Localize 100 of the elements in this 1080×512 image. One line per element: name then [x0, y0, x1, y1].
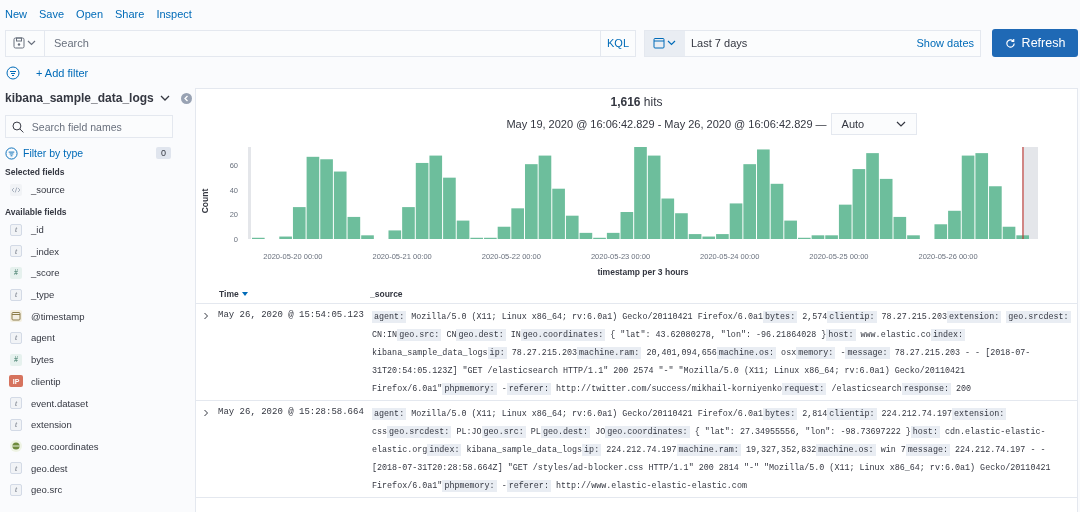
- histogram-bar[interactable]: [292, 207, 306, 239]
- collapse-icon[interactable]: [181, 92, 192, 104]
- histogram-bar[interactable]: [565, 215, 579, 239]
- histogram-bar[interactable]: [661, 198, 675, 239]
- search-field[interactable]: Search: [45, 36, 600, 50]
- histogram-bar[interactable]: [579, 232, 593, 239]
- field-list-item[interactable]: # bytes: [5, 348, 190, 371]
- histogram-bar[interactable]: [989, 186, 1002, 239]
- filter-icon[interactable]: [6, 66, 20, 80]
- histogram-bar[interactable]: [838, 204, 852, 239]
- field-list-item[interactable]: @timestamp: [5, 305, 190, 328]
- histogram-bar[interactable]: [811, 235, 825, 239]
- interval-select[interactable]: Auto: [830, 113, 917, 135]
- histogram-bar[interactable]: [729, 203, 743, 239]
- histogram-bar[interactable]: [893, 216, 907, 239]
- field-list-item[interactable]: t _index: [5, 240, 190, 263]
- histogram-bar[interactable]: [279, 236, 292, 239]
- histogram-bar[interactable]: [443, 177, 456, 239]
- filter-count-badge: 0: [156, 147, 171, 159]
- date-range-value[interactable]: Last 7 days: [685, 37, 917, 49]
- histogram-bar[interactable]: [743, 164, 756, 239]
- histogram-bar[interactable]: [415, 162, 429, 239]
- field-search-box[interactable]: Search field names: [5, 115, 173, 138]
- histogram-bar[interactable]: [525, 164, 538, 239]
- menu-link[interactable]: Open: [76, 8, 103, 28]
- saved-query-icon[interactable]: [13, 37, 37, 49]
- query-bar[interactable]: Search KQL: [5, 29, 636, 57]
- expand-icon[interactable]: [202, 312, 210, 320]
- histogram-bar[interactable]: [716, 234, 729, 239]
- histogram-bar[interactable]: [320, 159, 333, 239]
- histogram-bar[interactable]: [852, 169, 866, 239]
- histogram-bar[interactable]: [347, 216, 361, 239]
- filter-by-type-button[interactable]: Filter by type: [5, 146, 84, 160]
- field-list-item[interactable]: t event.dataset: [5, 392, 190, 414]
- histogram-bar[interactable]: [538, 155, 552, 239]
- histogram-bar[interactable]: [606, 232, 620, 239]
- field-list-item[interactable]: t geo.src: [5, 478, 190, 501]
- histogram-bar[interactable]: [879, 178, 893, 239]
- histogram-bar[interactable]: [511, 208, 524, 239]
- histogram-bar[interactable]: [866, 153, 879, 239]
- field-list-item[interactable]: t agent: [5, 327, 190, 349]
- show-dates-link[interactable]: Show dates: [916, 37, 980, 49]
- histogram-bar[interactable]: [907, 235, 920, 239]
- field-list-item[interactable]: t extension: [5, 413, 190, 436]
- histogram-bar[interactable]: [688, 234, 702, 239]
- globe-icon: [10, 440, 22, 453]
- histogram-bar[interactable]: [456, 220, 470, 239]
- field-list-item[interactable]: geo.coordinates: [5, 435, 190, 458]
- field-type-icon: t: [10, 331, 22, 344]
- calendar-icon[interactable]: [645, 30, 685, 56]
- y-axis-label: Count: [200, 188, 210, 214]
- column-header[interactable]: Time: [196, 289, 370, 299]
- histogram-bar[interactable]: [975, 153, 989, 239]
- histogram-bar[interactable]: [552, 188, 565, 239]
- field-type-icon: t: [10, 462, 22, 475]
- histogram-bar[interactable]: [702, 236, 716, 239]
- menu-link[interactable]: Share: [115, 8, 145, 28]
- expand-icon[interactable]: [202, 409, 210, 417]
- histogram-bar[interactable]: [620, 212, 634, 239]
- code-icon: [10, 183, 22, 196]
- histogram-bar[interactable]: [1002, 226, 1016, 239]
- histogram-bar[interactable]: [361, 235, 374, 239]
- histogram-bar[interactable]: [675, 213, 688, 239]
- caret-icon: [895, 120, 906, 128]
- histogram-bar[interactable]: [948, 210, 961, 239]
- menu-link[interactable]: Inspect: [156, 8, 192, 28]
- histogram-bar[interactable]: [402, 207, 415, 239]
- histogram-bar[interactable]: [757, 149, 770, 239]
- query-language-button[interactable]: KQL: [600, 30, 635, 56]
- hits-count: 1,616 hits: [609, 95, 664, 109]
- histogram-bar[interactable]: [784, 220, 797, 239]
- field-list-item[interactable]: _source: [5, 179, 190, 201]
- histogram-bar[interactable]: [388, 230, 402, 239]
- histogram-bar[interactable]: [934, 224, 948, 239]
- refresh-button[interactable]: Refresh: [992, 29, 1078, 57]
- histogram-bar[interactable]: [497, 226, 511, 239]
- index-pattern-selector[interactable]: kibana_sample_data_logs: [5, 91, 170, 105]
- histogram-bar[interactable]: [647, 155, 661, 239]
- field-list-item[interactable]: # _score: [5, 262, 190, 284]
- histogram-bar[interactable]: [825, 235, 838, 239]
- histogram-bar[interactable]: [961, 155, 975, 239]
- menu-link[interactable]: Save: [39, 8, 65, 28]
- column-header[interactable]: _source: [370, 289, 403, 299]
- menu-link[interactable]: New: [5, 8, 27, 28]
- histogram-bar[interactable]: [634, 147, 647, 239]
- field-list-item[interactable]: t geo.dest: [5, 457, 190, 479]
- field-type-icon: t: [10, 288, 22, 301]
- field-search-field[interactable]: Search field names: [29, 119, 172, 134]
- histogram-bar[interactable]: [429, 155, 443, 239]
- sort-icon: [241, 292, 248, 296]
- histogram-bar[interactable]: [1016, 235, 1029, 239]
- histogram-bar[interactable]: [770, 183, 784, 239]
- search-icon: [12, 120, 24, 133]
- field-list-item[interactable]: t _id: [5, 218, 190, 241]
- add-filter-link[interactable]: + Add filter: [36, 67, 89, 79]
- field-type-icon: t: [10, 223, 22, 236]
- histogram-bar[interactable]: [333, 171, 347, 239]
- field-list-item[interactable]: t _type: [5, 283, 190, 306]
- calendar-icon: [10, 310, 22, 323]
- histogram-bar[interactable]: [306, 156, 320, 239]
